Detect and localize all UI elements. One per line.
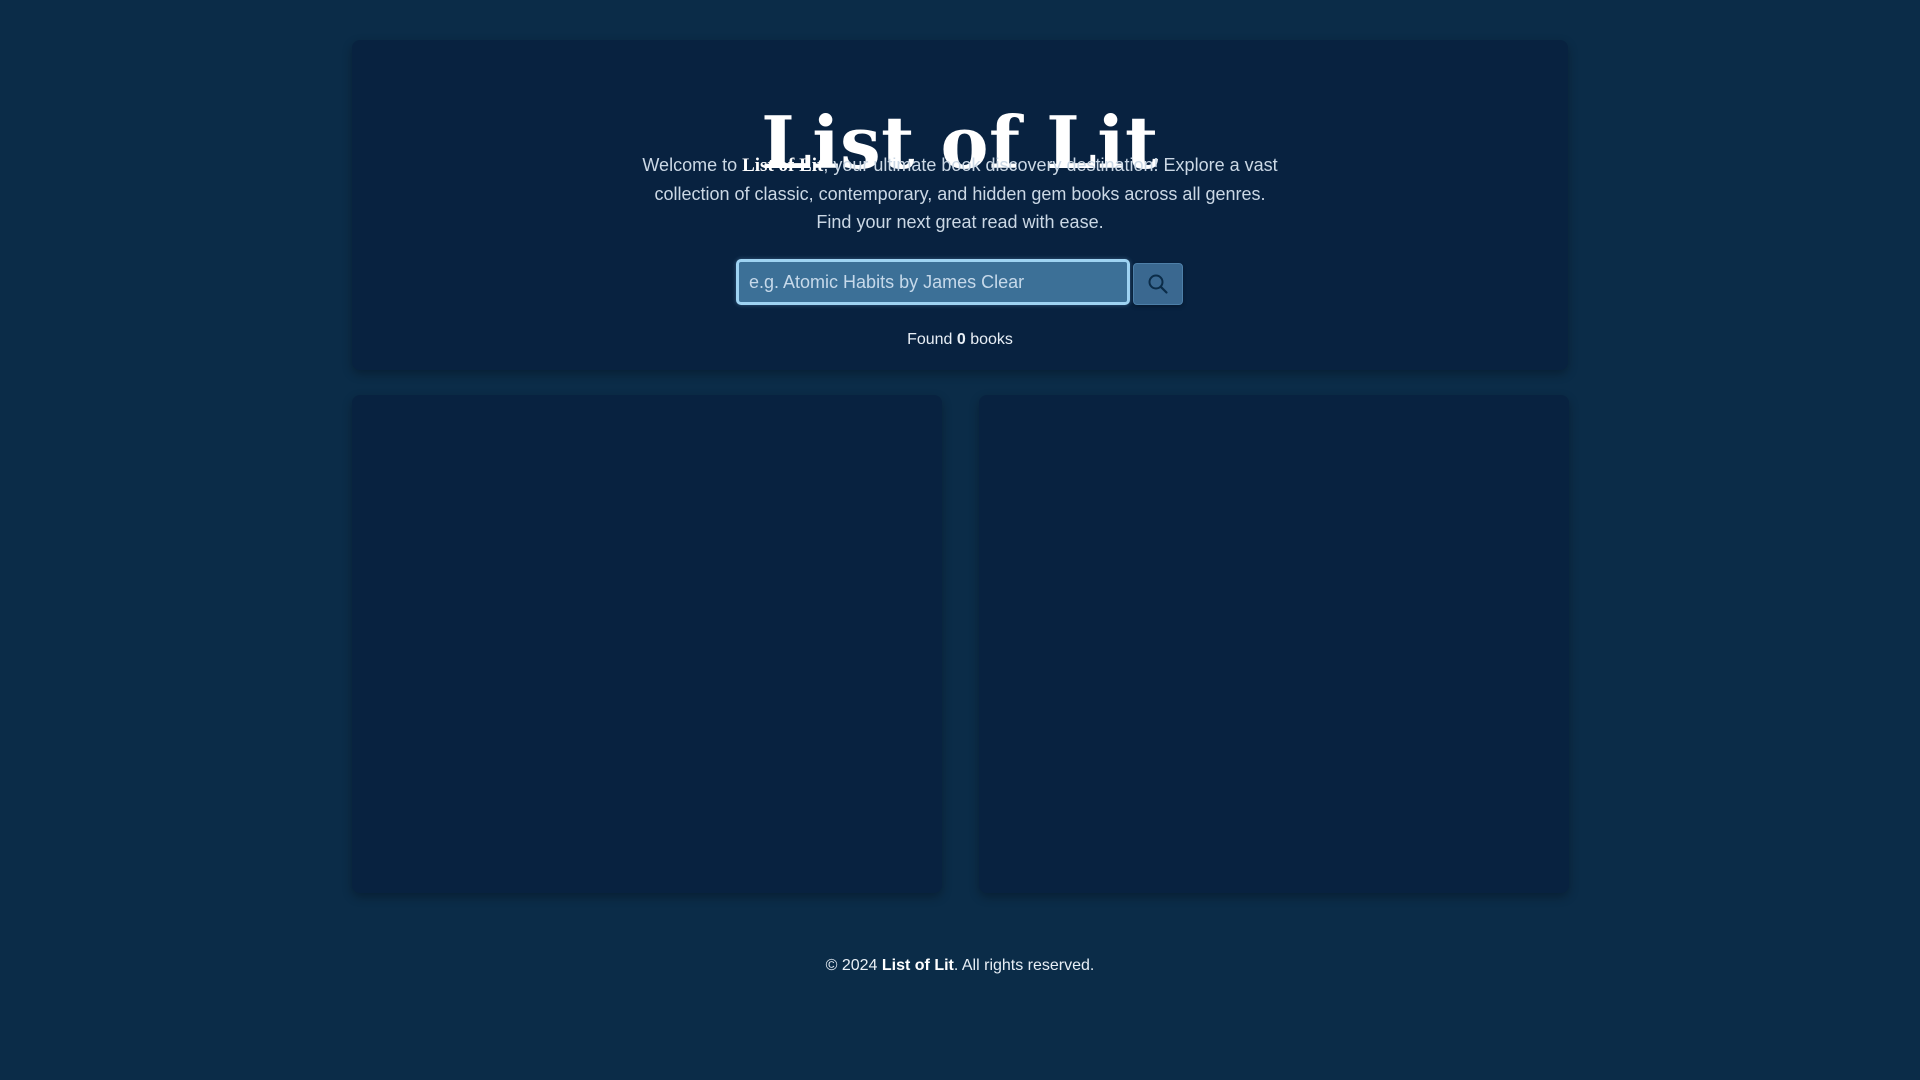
site-description: Welcome to List of Lit, your ultimate bo… [637, 151, 1283, 236]
book-card-2 [979, 395, 1569, 893]
search-button[interactable] [1133, 263, 1183, 305]
results-number: 0 [956, 331, 966, 348]
results-prefix: Found [907, 331, 957, 348]
results-suffix: books [965, 331, 1013, 348]
description-prefix: Welcome to [642, 155, 743, 175]
footer-suffix: . All rights reserved. [953, 957, 1095, 974]
results-count: Found 0 books [352, 330, 1568, 350]
footer-prefix: © 2024 [825, 957, 882, 974]
search-icon [1148, 274, 1168, 294]
search-bar [352, 259, 1568, 311]
footer: © 2024 List of Lit. All rights reserved. [0, 956, 1920, 976]
book-card-1 [352, 395, 942, 893]
search-input[interactable] [736, 259, 1130, 305]
footer-brand: List of Lit [881, 957, 954, 974]
page: List of Lit Welcome to List of Lit, your… [0, 0, 1920, 1080]
header-card: List of Lit Welcome to List of Lit, your… [352, 40, 1568, 370]
description-brand: List of Lit [742, 155, 824, 176]
